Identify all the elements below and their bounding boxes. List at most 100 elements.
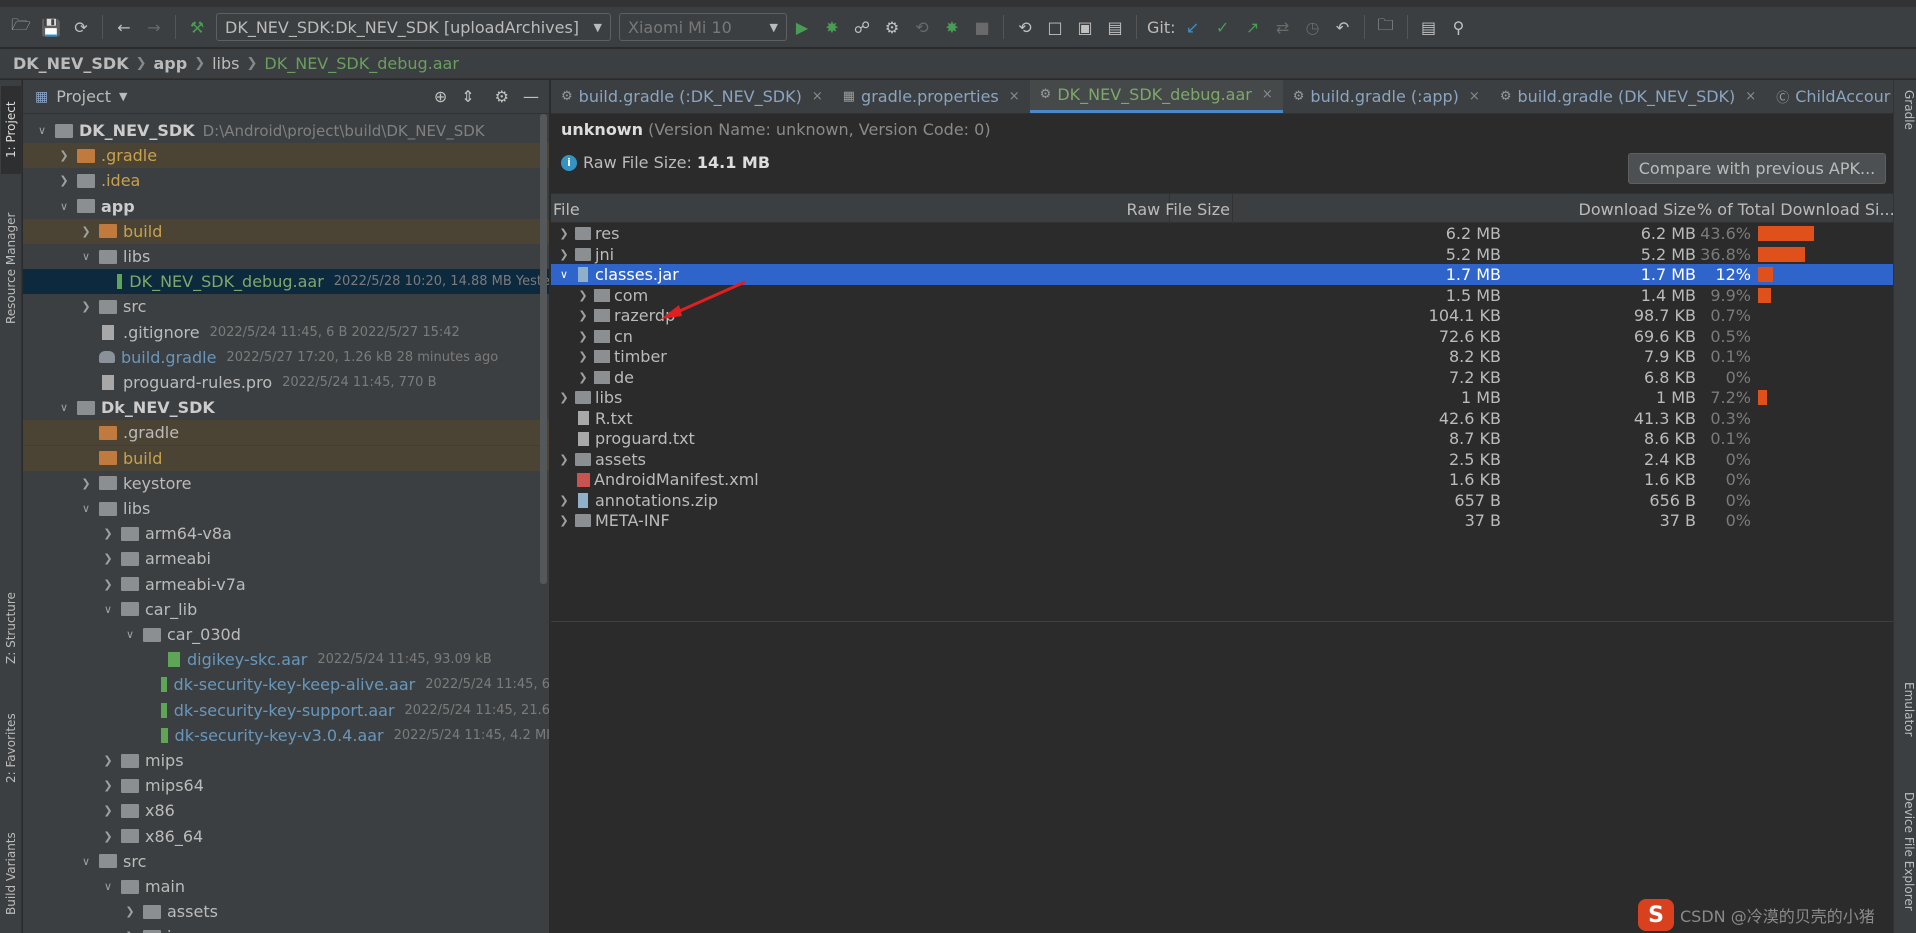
open-folder-icon[interactable]: 🗁	[6, 12, 36, 42]
column-divider[interactable]	[1232, 194, 1233, 224]
profile-icon[interactable]: ⚙	[877, 12, 907, 42]
tree-item[interactable]: ❯ x86_64	[23, 824, 549, 849]
close-icon[interactable]: ×	[812, 89, 823, 104]
column-header-download-size[interactable]: Download Size	[1579, 200, 1696, 219]
tree-item[interactable]: ∨ libs	[23, 496, 549, 521]
tree-item[interactable]: ∨ libs	[23, 244, 549, 269]
chevron-down-icon[interactable]: ∨	[101, 603, 115, 616]
chevron-down-icon[interactable]: ∨	[79, 855, 93, 868]
chevron-right-icon[interactable]: ❯	[101, 754, 115, 767]
save-icon[interactable]: 💾	[36, 12, 66, 42]
tree-item[interactable]: build	[23, 445, 549, 471]
project-tree-scrollbar[interactable]	[540, 114, 547, 584]
column-header-raw-size[interactable]: Raw File Size	[1127, 200, 1230, 219]
tree-item[interactable]: ∨ src	[23, 849, 549, 874]
table-row[interactable]: ❯ META-INF 37 B 37 B 0%	[551, 510, 1893, 531]
chevron-down-icon[interactable]: ∨	[79, 502, 93, 515]
table-row[interactable]: proguard.txt 8.7 KB 8.6 KB 0.1%	[551, 428, 1893, 449]
breadcrumb-item-app[interactable]: app	[154, 54, 188, 73]
tool-tab-project[interactable]: 1: Project	[1, 86, 21, 174]
forward-icon[interactable]: →	[139, 12, 169, 42]
chevron-right-icon[interactable]: ❯	[101, 830, 115, 843]
back-icon[interactable]: ←	[109, 12, 139, 42]
table-row[interactable]: ❯ libs 1 MB 1 MB 7.2%	[551, 387, 1893, 408]
tree-item[interactable]: ❯ keystore	[23, 471, 549, 496]
tool-tab-build-variants[interactable]: Build Variants	[1, 820, 21, 928]
tree-item[interactable]: dk-security-key-keep-alive.aar 2022/5/24 …	[23, 672, 549, 697]
breadcrumb-item-project[interactable]: DK_NEV_SDK	[13, 54, 129, 73]
tool-tab-resource-manager[interactable]: Resource Manager	[1, 198, 21, 338]
tree-item[interactable]: proguard-rules.pro 2022/5/24 11:45, 770 B	[23, 370, 549, 395]
table-row[interactable]: ❯ assets 2.5 KB 2.4 KB 0%	[551, 449, 1893, 470]
tree-item[interactable]: ❯ armeabi-v7a	[23, 572, 549, 597]
tree-item[interactable]: ❯ arm64-v8a	[23, 521, 549, 546]
editor-tab[interactable]: ⚙ build.gradle (:DK_NEV_SDK) ×	[551, 80, 833, 113]
search-icon[interactable]: ⚲	[1444, 12, 1474, 42]
tree-item[interactable]: ∨ car_030d	[23, 622, 549, 647]
tree-item[interactable]: dk-security-key-support.aar 2022/5/24 11:…	[23, 698, 549, 723]
tree-item[interactable]: .gradle	[23, 420, 549, 446]
close-icon[interactable]: ×	[1745, 89, 1756, 104]
editor-tab[interactable]: ▦ gradle.properties ×	[833, 80, 1030, 113]
tool-tab-device-file-explorer[interactable]: Device File Explorer	[1896, 792, 1916, 932]
chevron-right-icon[interactable]: ❯	[101, 578, 115, 591]
table-row[interactable]: ❯ annotations.zip 657 B 656 B 0%	[551, 490, 1893, 511]
tree-item[interactable]: ❯java	[23, 924, 549, 933]
chevron-right-icon[interactable]: ❯	[57, 149, 71, 162]
chevron-down-icon[interactable]: ∨	[123, 628, 137, 641]
chevron-right-icon[interactable]: ❯	[557, 514, 571, 527]
chevron-down-icon[interactable]: ▼	[119, 90, 127, 103]
layout-inspector-icon[interactable]: ▤	[1100, 12, 1130, 42]
close-icon[interactable]: ×	[1009, 89, 1020, 104]
gradle-sync-icon[interactable]: ⟲	[1010, 12, 1040, 42]
tree-item[interactable]: ❯ assets	[23, 899, 549, 924]
chevron-right-icon[interactable]: ❯	[123, 905, 137, 918]
tree-item[interactable]: digikey-skc.aar 2022/5/24 11:45, 93.09 kB	[23, 647, 549, 672]
close-icon[interactable]: ×	[1262, 87, 1273, 102]
git-compare-icon[interactable]: ⇄	[1268, 12, 1298, 42]
project-structure-icon[interactable]: 🗀	[1371, 12, 1401, 42]
table-row[interactable]: ❯ timber 8.2 KB 7.9 KB 0.1%	[551, 346, 1893, 367]
terminal-icon[interactable]: ▤	[1414, 12, 1444, 42]
chevron-right-icon[interactable]: ❯	[576, 371, 590, 384]
chevron-right-icon[interactable]: ❯	[79, 300, 93, 313]
tree-item[interactable]: DK_NEV_SDK_debug.aar 2022/5/28 10:20, 14.…	[23, 269, 549, 295]
chevron-down-icon[interactable]: ∨	[57, 401, 71, 414]
git-history-icon[interactable]: ◷	[1298, 12, 1328, 42]
editor-tab[interactable]: ⚙ DK_NEV_SDK_debug.aar ×	[1029, 80, 1283, 113]
chevron-right-icon[interactable]: ❯	[101, 552, 115, 565]
tree-item[interactable]: build.gradle 2022/5/27 17:20, 1.26 kB 28 …	[23, 345, 549, 370]
chevron-right-icon[interactable]: ❯	[57, 174, 71, 187]
locate-file-icon[interactable]: ⊕	[434, 87, 447, 106]
tree-item[interactable]: ❯ mips	[23, 748, 549, 773]
chevron-right-icon[interactable]: ❯	[576, 350, 590, 363]
tree-item[interactable]: ❯ armeabi	[23, 546, 549, 571]
tree-item[interactable]: ∨ main	[23, 874, 549, 899]
tree-item[interactable]: ❯ x86	[23, 798, 549, 823]
editor-tab[interactable]: ⚙ build.gradle (:app) ×	[1283, 80, 1490, 113]
table-row[interactable]: ❯ de 7.2 KB 6.8 KB 0%	[551, 367, 1893, 388]
tree-item[interactable]: ∨ app	[23, 194, 549, 219]
git-commit-icon[interactable]: ✓	[1208, 12, 1238, 42]
breadcrumb-item-libs[interactable]: libs	[212, 54, 239, 73]
git-update-icon[interactable]: ↙	[1178, 12, 1208, 42]
tree-item[interactable]: ❯ .idea	[23, 168, 549, 193]
chevron-right-icon[interactable]: ❯	[557, 494, 571, 507]
editor-tab[interactable]: Ⓒ ChildAccour	[1766, 80, 1893, 113]
gear-icon[interactable]: ⚙	[495, 87, 509, 106]
stop-icon[interactable]: ■	[967, 12, 997, 42]
apply-changes-icon[interactable]: ⟲	[907, 12, 937, 42]
run-configuration-select[interactable]: DK_NEV_SDK:Dk_NEV_SDK [uploadArchives] ▼	[216, 13, 611, 41]
git-push-icon[interactable]: ↗	[1238, 12, 1268, 42]
chevron-right-icon[interactable]: ❯	[101, 779, 115, 792]
tree-item[interactable]: ❯ src	[23, 294, 549, 319]
collapse-all-icon[interactable]: ⇕	[461, 87, 474, 106]
avd-manager-icon[interactable]: □	[1040, 12, 1070, 42]
tool-tab-gradle[interactable]: Gradle	[1896, 90, 1916, 130]
tree-item[interactable]: ❯ mips64	[23, 773, 549, 798]
hide-panel-icon[interactable]: —	[523, 87, 539, 106]
chevron-right-icon[interactable]: ❯	[79, 225, 93, 238]
tool-tab-emulator[interactable]: Emulator	[1896, 682, 1916, 737]
chevron-right-icon[interactable]: ❯	[557, 453, 571, 466]
debug-icon[interactable]: ✸	[817, 12, 847, 42]
